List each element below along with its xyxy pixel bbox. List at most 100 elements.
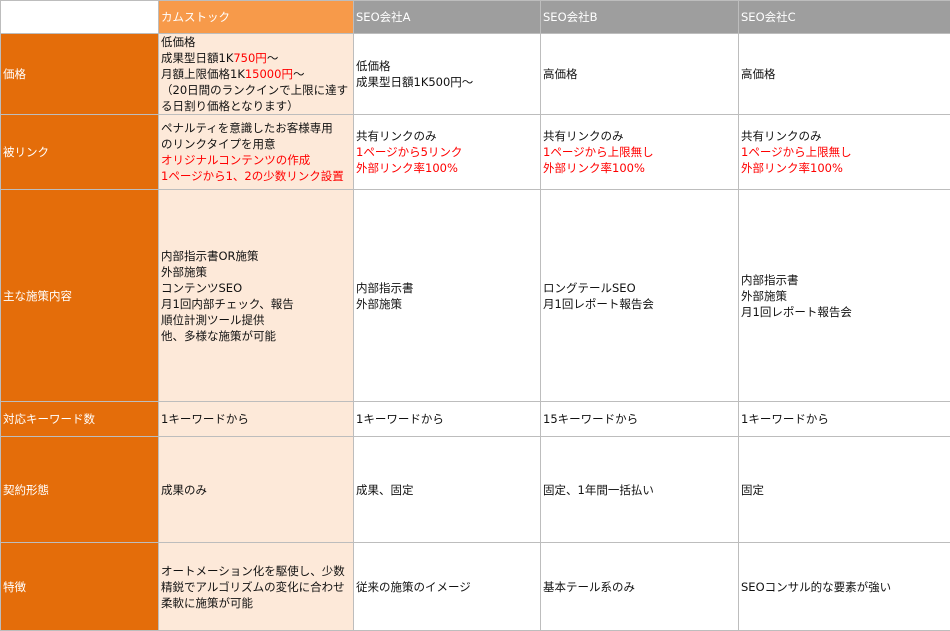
cell-text: 共有リンクのみ: [543, 129, 624, 143]
cell-backlinks-company-c: 共有リンクのみ 1ページから上限無し外部リンク率100%: [739, 115, 950, 190]
cell-line: 従来の施策のイメージ: [356, 579, 538, 595]
cell-text: ロングテールSEO: [543, 281, 636, 295]
cell-line: 1ページから5リンク: [356, 144, 538, 160]
cell-backlinks-company-a: 共有リンクのみ1ページから5リンク外部リンク率100%: [354, 115, 541, 190]
table-row-measures: 主な施策内容内部指示書OR施策外部施策コンテンツSEO月1回内部チェック、報告順…: [1, 190, 950, 402]
cell-line: 外部施策: [356, 296, 538, 312]
cell-line: 外部施策: [741, 288, 948, 304]
cell-text: 低価格: [356, 59, 391, 73]
header-company-b: SEO会社B: [541, 1, 739, 34]
cell-text: 月1回レポート報告会: [543, 297, 654, 311]
cell-line: 固定、1年間一括払い: [543, 482, 736, 498]
table-row-features: 特徴オートメーション化を駆使し、少数精鋭でアルゴリズムの変化に合わせ柔軟に施策が…: [1, 543, 950, 631]
cell-text: 月額上限価格1K: [161, 67, 245, 81]
cell-line: 月1回レポート報告会: [543, 296, 736, 312]
cell-line: のリンクタイプを用意: [161, 136, 351, 152]
emphasis-text: 外部リンク率100%: [356, 161, 458, 175]
cell-measures-company-c: 内部指示書外部施策月1回レポート報告会: [739, 190, 950, 402]
cell-text: ～: [293, 67, 305, 81]
cell-text: 月1回内部チェック、報告: [161, 297, 294, 311]
cell-line: 成果、固定: [356, 482, 538, 498]
comparison-table: カムストック SEO会社A SEO会社B SEO会社C 価格低価格成果型日額1K…: [0, 0, 950, 631]
table-row-price: 価格低価格成果型日額1K750円～月額上限価格1K15000円～（20日間のラン…: [1, 34, 950, 115]
cell-line: 順位計測ツール提供: [161, 312, 351, 328]
cell-measures-camstock: 内部指示書OR施策外部施策コンテンツSEO 月1回内部チェック、報告順位計測ツール…: [159, 190, 354, 402]
cell-text: 1キーワードから: [356, 412, 444, 426]
cell-line: 共有リンクのみ: [741, 128, 948, 144]
emphasis-text: オリジナルコンテンツの作成: [161, 153, 310, 167]
cell-text: ～: [267, 51, 279, 65]
cell-contract-company-a: 成果、固定: [354, 437, 541, 543]
cell-line: 低価格: [356, 58, 538, 74]
cell-text: 高価格: [543, 67, 578, 81]
cell-text: 基本テール系のみ: [543, 580, 635, 594]
cell-line: 外部リンク率100%: [741, 160, 948, 176]
cell-measures-company-a: 内部指示書外部施策: [354, 190, 541, 402]
table-row-contract: 契約形態成果のみ成果、固定固定、1年間一括払い固定: [1, 437, 950, 543]
cell-text: 成果のみ: [161, 483, 207, 497]
cell-features-company-b: 基本テール系のみ: [541, 543, 739, 631]
cell-price-company-c: 高価格: [739, 34, 950, 115]
cell-line: 他、多様な施策が可能: [161, 328, 351, 344]
cell-line: SEOコンサル的な要素が強い: [741, 579, 948, 595]
cell-line: 1ページから上限無し: [741, 144, 948, 160]
cell-line: 1ページから上限無し: [543, 144, 736, 160]
row-label-features: 特徴: [1, 543, 159, 631]
header-row: カムストック SEO会社A SEO会社B SEO会社C: [1, 1, 950, 34]
header-corner-cell: [1, 1, 159, 34]
cell-line: 高価格: [543, 66, 736, 82]
cell-text: 外部施策: [161, 265, 207, 279]
cell-line: 基本テール系のみ: [543, 579, 736, 595]
cell-text: 内部指示書: [741, 273, 799, 287]
emphasis-text: 1ページから上限無し: [741, 145, 852, 159]
row-label-backlinks: 被リンク: [1, 115, 159, 190]
table-row-backlinks: 被リンクペナルティを意識したお客様専用のリンクタイプを用意オリジナルコンテンツの…: [1, 115, 950, 190]
emphasis-text: 1ページから5リンク: [356, 145, 462, 159]
cell-text: 順位計測ツール提供: [161, 313, 265, 327]
header-company-c: SEO会社C: [739, 1, 950, 34]
header-camstock: カムストック: [159, 1, 354, 34]
cell-line: 月1回レポート報告会: [741, 304, 948, 320]
comparison-table-body: カムストック SEO会社A SEO会社B SEO会社C 価格低価格成果型日額1K…: [1, 1, 950, 631]
row-label-keywords: 対応キーワード数: [1, 402, 159, 437]
cell-text: 成果型日額1K: [161, 51, 233, 65]
cell-line: 内部指示書: [356, 280, 538, 296]
emphasis-text: 外部リンク率100%: [741, 161, 843, 175]
table-row-keywords: 対応キーワード数1キーワードから1キーワードから15キーワードから1キーワードか…: [1, 402, 950, 437]
cell-text: 1キーワードから: [741, 412, 829, 426]
cell-line: 月額上限価格1K15000円～: [161, 66, 351, 82]
cell-backlinks-camstock: ペナルティを意識したお客様専用のリンクタイプを用意オリジナルコンテンツの作成 1ペ…: [159, 115, 354, 190]
cell-features-camstock: オートメーション化を駆使し、少数精鋭でアルゴリズムの変化に合わせ柔軟に施策が可能: [159, 543, 354, 631]
row-label-price: 価格: [1, 34, 159, 115]
cell-text: 固定: [741, 483, 764, 497]
emphasis-text: 750円: [233, 51, 266, 65]
cell-features-company-a: 従来の施策のイメージ: [354, 543, 541, 631]
cell-line: 1ページから1、2の少数リンク設置: [161, 168, 351, 184]
cell-contract-camstock: 成果のみ: [159, 437, 354, 543]
cell-text: 月1回レポート報告会: [741, 305, 852, 319]
cell-text: オートメーション化を駆使し、少数精鋭でアルゴリズムの変化に合わせ柔軟に施策が可能: [161, 564, 345, 610]
cell-keywords-company-c: 1キーワードから: [739, 402, 950, 437]
cell-text: 共有リンクのみ: [741, 129, 822, 143]
cell-line: ペナルティを意識したお客様専用: [161, 120, 351, 136]
cell-text: 内部指示書OR施策: [161, 249, 259, 263]
cell-line: 1キーワードから: [741, 411, 948, 427]
cell-price-company-b: 高価格: [541, 34, 739, 115]
cell-line: 成果型日額1K750円～: [161, 50, 351, 66]
cell-backlinks-company-b: 共有リンクのみ1ページから上限無し外部リンク率100%: [541, 115, 739, 190]
cell-contract-company-b: 固定、1年間一括払い: [541, 437, 739, 543]
cell-line: 1キーワードから: [161, 411, 351, 427]
cell-text: SEOコンサル的な要素が強い: [741, 580, 891, 594]
cell-text: コンテンツSEO: [161, 281, 242, 295]
cell-features-company-c: SEOコンサル的な要素が強い: [739, 543, 950, 631]
cell-line: 低価格: [161, 34, 351, 50]
cell-price-camstock: 低価格成果型日額1K750円～月額上限価格1K15000円～（20日間のランクイ…: [159, 34, 354, 115]
cell-line: オートメーション化を駆使し、少数精鋭でアルゴリズムの変化に合わせ柔軟に施策が可能: [161, 563, 351, 611]
emphasis-text: 1ページから1、2の少数リンク設置: [161, 169, 344, 183]
cell-line: （20日間のランクインで上限に達する日割り価格となります）: [161, 82, 351, 114]
cell-keywords-company-a: 1キーワードから: [354, 402, 541, 437]
cell-text: のリンクタイプを用意: [161, 137, 276, 151]
cell-text: （20日間のランクインで上限に達する日割り価格となります）: [161, 83, 348, 113]
cell-line: 15キーワードから: [543, 411, 736, 427]
cell-price-company-a: 低価格成果型日額1K500円～: [354, 34, 541, 115]
